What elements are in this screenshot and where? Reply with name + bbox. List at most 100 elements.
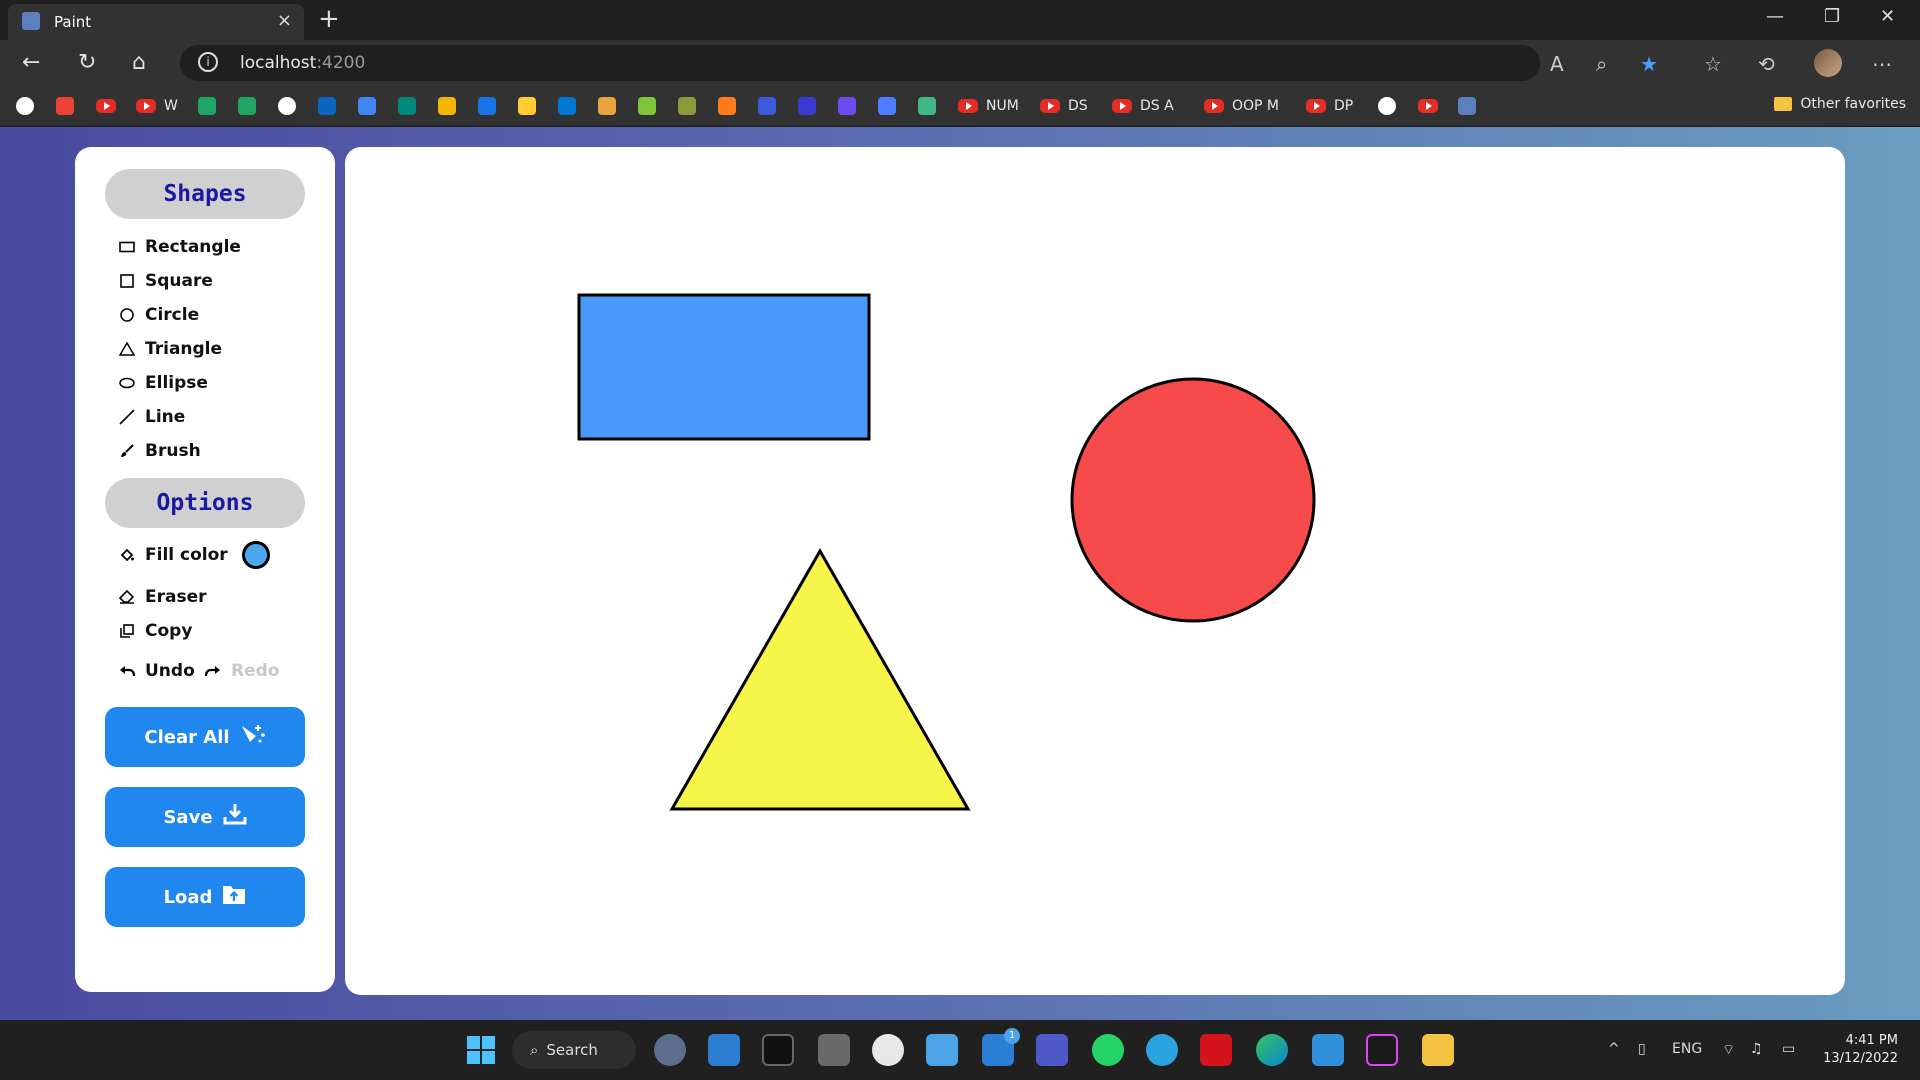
favorite-item[interactable] xyxy=(198,96,216,116)
tab-paint[interactable]: Paint × xyxy=(8,4,304,40)
fox-icon xyxy=(718,97,736,115)
url-field[interactable]: i localhost:4200 xyxy=(180,45,1540,81)
favorite-item[interactable] xyxy=(398,96,416,116)
favorite-item[interactable] xyxy=(918,96,936,116)
terminal-icon[interactable] xyxy=(762,1034,794,1066)
new-tab-button[interactable]: + xyxy=(318,4,340,34)
telegram-icon[interactable] xyxy=(1146,1034,1178,1066)
favorite-item[interactable]: W xyxy=(136,96,178,116)
favorite-item[interactable]: DS A xyxy=(1112,96,1174,116)
calculator-icon[interactable] xyxy=(818,1034,850,1066)
close-window-icon[interactable]: ✕ xyxy=(1880,6,1895,27)
favorite-item[interactable] xyxy=(718,96,736,116)
favorite-item[interactable] xyxy=(558,96,576,116)
favorite-item[interactable]: OOP M xyxy=(1204,96,1279,116)
canvas-rectangle[interactable] xyxy=(577,293,871,441)
favorite-item[interactable] xyxy=(638,96,656,116)
circle-icon xyxy=(119,307,135,323)
load-button[interactable]: Load xyxy=(105,867,305,927)
shape-tool-line[interactable]: Line xyxy=(119,405,185,429)
redo-label: Redo xyxy=(231,661,280,681)
favorite-item[interactable] xyxy=(1418,96,1438,116)
site-info-icon[interactable]: i xyxy=(198,52,218,72)
drawing-canvas[interactable] xyxy=(345,147,1845,995)
copy-tool[interactable]: Copy xyxy=(119,619,192,643)
favorite-item[interactable] xyxy=(1378,96,1396,116)
undo-button[interactable]: Undo xyxy=(119,659,195,683)
shape-tool-circle[interactable]: Circle xyxy=(119,303,199,327)
volume-icon[interactable]: ♫ xyxy=(1750,1041,1763,1057)
favorite-item[interactable]: DP xyxy=(1306,96,1353,116)
notepad-icon[interactable] xyxy=(926,1034,958,1066)
favorite-item[interactable] xyxy=(838,96,856,116)
favorite-item[interactable] xyxy=(678,96,696,116)
shape-tool-ellipse[interactable]: Ellipse xyxy=(119,371,208,395)
battery-icon[interactable]: ▭ xyxy=(1782,1041,1795,1057)
canvas-circle[interactable] xyxy=(1070,377,1316,623)
favorite-item[interactable] xyxy=(758,96,776,116)
tray-chevron-icon[interactable]: ^ xyxy=(1608,1041,1620,1057)
read-aloud-icon[interactable]: A xyxy=(1550,52,1564,76)
wifi-icon[interactable]: ⌔ xyxy=(1722,1041,1735,1059)
profile-avatar[interactable] xyxy=(1814,49,1842,77)
save-button[interactable]: Save xyxy=(105,787,305,847)
back-icon[interactable]: ← xyxy=(22,50,40,75)
canvas-surface[interactable] xyxy=(345,147,1845,995)
shape-tool-rectangle[interactable]: Rectangle xyxy=(119,235,241,259)
favorite-item[interactable] xyxy=(1458,96,1476,116)
shape-tool-square[interactable]: Square xyxy=(119,269,213,293)
favorite-item[interactable] xyxy=(96,96,116,116)
favorite-item[interactable] xyxy=(358,96,376,116)
acrobat-icon[interactable] xyxy=(1200,1034,1232,1066)
address-bar: ← ↻ ⌂ i localhost:4200 A ⌕ ★ ☆ ⟲ ⋯ xyxy=(0,40,1920,86)
favorite-item[interactable]: DS xyxy=(1040,96,1088,116)
whatsapp-icon[interactable] xyxy=(1092,1034,1124,1066)
eraser-tool[interactable]: Eraser xyxy=(119,585,207,609)
favorite-star-icon[interactable]: ★ xyxy=(1640,52,1658,76)
edge-icon[interactable] xyxy=(1256,1034,1288,1066)
intellij-icon[interactable] xyxy=(1366,1034,1398,1066)
other-favorites[interactable]: Other favorites xyxy=(1774,96,1906,112)
favorite-item[interactable] xyxy=(438,96,456,116)
favorite-item[interactable] xyxy=(278,96,296,116)
snipping-tool-icon[interactable] xyxy=(708,1034,740,1066)
zoom-icon[interactable]: ⌕ xyxy=(1596,52,1607,76)
canvas-triangle[interactable] xyxy=(669,547,971,811)
file-explorer-icon[interactable] xyxy=(1422,1034,1454,1066)
close-tab-icon[interactable]: × xyxy=(277,10,292,31)
battery-small-icon[interactable]: ▯ xyxy=(1638,1041,1646,1057)
fill-color-swatch[interactable] xyxy=(241,541,270,569)
favorite-item[interactable] xyxy=(478,96,496,116)
teams-icon[interactable] xyxy=(1036,1034,1068,1066)
fill-color-option[interactable]: Fill color xyxy=(119,541,270,569)
home-icon[interactable]: ⌂ xyxy=(132,50,146,75)
favorite-item[interactable] xyxy=(878,96,896,116)
clock-app-icon[interactable] xyxy=(872,1034,904,1066)
fill-color-label: Fill color xyxy=(145,545,228,565)
favorite-item[interactable] xyxy=(318,96,336,116)
taskbar-search[interactable]: ⌕ Search xyxy=(512,1031,636,1069)
favorite-item[interactable] xyxy=(518,96,536,116)
favorite-item[interactable]: NUM xyxy=(958,96,1019,116)
more-icon[interactable]: ⋯ xyxy=(1872,52,1892,76)
clear-all-button[interactable]: Clear All xyxy=(105,707,305,767)
favorite-item[interactable] xyxy=(798,96,816,116)
vscode-icon[interactable] xyxy=(1312,1034,1344,1066)
favorite-item[interactable] xyxy=(16,96,34,116)
history-icon[interactable]: ⟲ xyxy=(1758,52,1775,76)
start-icon[interactable] xyxy=(466,1035,496,1065)
todo-icon[interactable]: 1 xyxy=(982,1028,1020,1066)
favorites-icon[interactable]: ☆ xyxy=(1704,52,1722,76)
favorite-item[interactable] xyxy=(238,96,256,116)
refresh-icon[interactable]: ↻ xyxy=(78,50,96,75)
minimize-icon[interactable]: — xyxy=(1766,6,1784,27)
shape-tool-triangle[interactable]: Triangle xyxy=(119,337,222,361)
restore-icon[interactable]: ❐ xyxy=(1824,6,1840,27)
taskbar-clock[interactable]: 4:41 PM 13/12/2022 xyxy=(1823,1032,1898,1068)
favorite-item[interactable] xyxy=(56,96,74,116)
favorite-item[interactable] xyxy=(598,96,616,116)
language-indicator[interactable]: ENG xyxy=(1672,1041,1702,1057)
settings-app-icon[interactable] xyxy=(654,1034,686,1066)
redo-button[interactable]: Redo xyxy=(205,659,279,683)
shape-tool-brush[interactable]: Brush xyxy=(119,439,201,463)
